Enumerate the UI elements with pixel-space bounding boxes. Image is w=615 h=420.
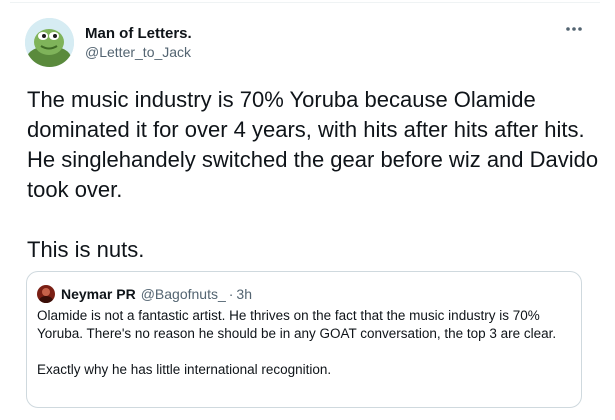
more-options-icon[interactable] — [563, 22, 585, 36]
quoted-timestamp[interactable]: 3h — [236, 286, 252, 302]
tweet-text-paragraph: The music industry is 70% Yoruba because… — [27, 87, 599, 202]
tweet-text-paragraph: This is nuts. — [27, 237, 145, 262]
author-name[interactable]: Man of Letters. — [85, 25, 192, 42]
tweet-page: Man of Letters. @Letter_to_Jack The musi… — [0, 0, 615, 420]
divider — [10, 2, 600, 3]
quoted-tweet-text: Olamide is not a fantastic artist. He th… — [37, 307, 572, 379]
tweet-text: The music industry is 70% Yoruba because… — [27, 85, 602, 265]
quoted-text-paragraph: Exactly why he has little international … — [37, 362, 332, 377]
quoted-author-name[interactable]: Neymar PR — [61, 286, 136, 302]
quoted-author-handle[interactable]: @Bagofnuts_ — [141, 286, 226, 302]
separator-dot: · — [228, 286, 234, 302]
user-avatar-icon — [37, 285, 55, 303]
frog-avatar-icon[interactable] — [25, 18, 74, 67]
quoted-tweet-header: Neymar PR @Bagofnuts_ · 3h — [37, 284, 252, 304]
quoted-text-paragraph: Olamide is not a fantastic artist. He th… — [37, 308, 557, 341]
quoted-tweet-card[interactable]: Neymar PR @Bagofnuts_ · 3h Olamide is no… — [26, 271, 582, 408]
author-handle[interactable]: @Letter_to_Jack — [85, 44, 191, 60]
